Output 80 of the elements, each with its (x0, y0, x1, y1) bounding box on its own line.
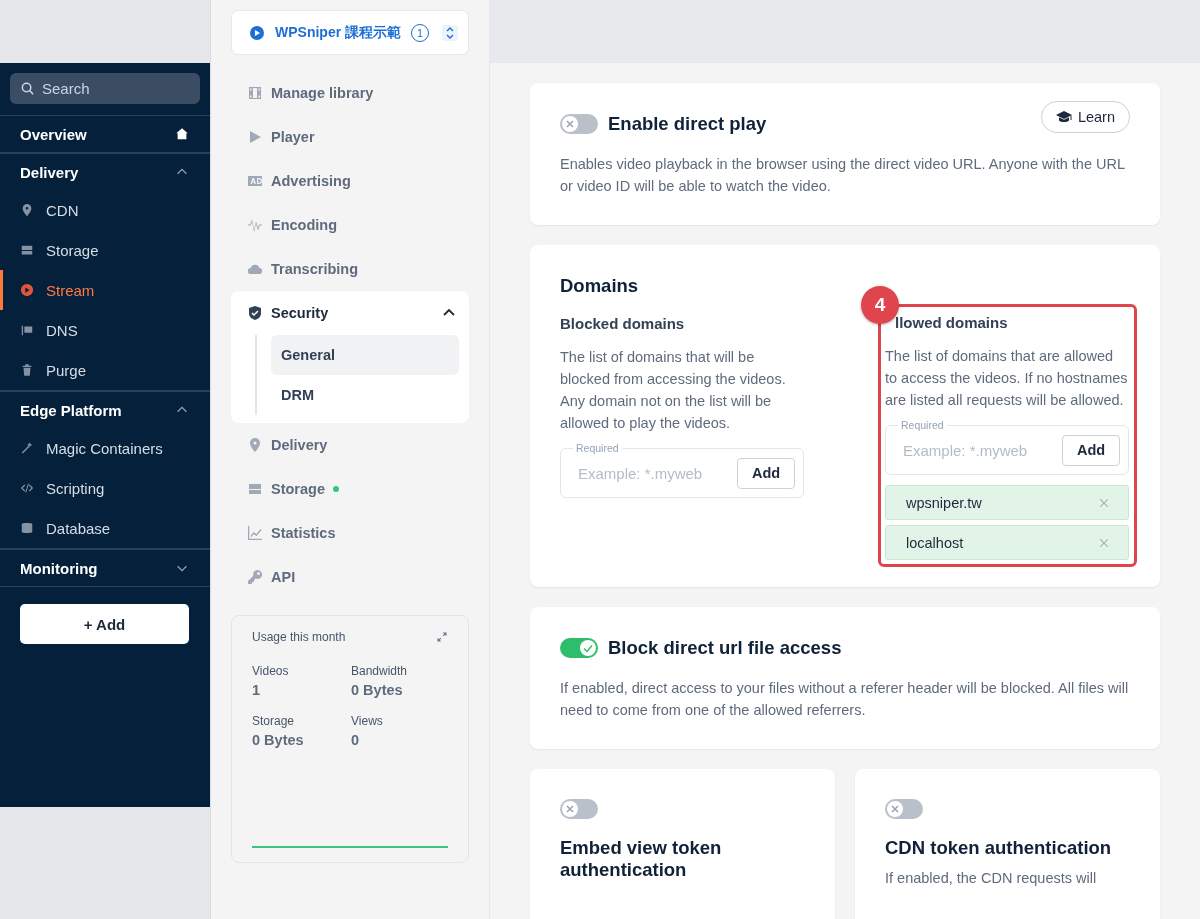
sidebar-item[interactable]: Magic Containers (0, 428, 210, 468)
sub-nav-item[interactable]: General (271, 335, 459, 375)
stat-label: Bandwidth (351, 664, 409, 678)
wand-icon (20, 441, 34, 455)
stat-label: Views (351, 714, 384, 728)
add-button[interactable]: Add (737, 457, 795, 489)
stat-label: Videos (252, 664, 290, 678)
toggle-switch[interactable] (560, 638, 598, 658)
code-icon (20, 481, 34, 495)
usage-title: Usage this month (252, 630, 346, 644)
nav-item[interactable]: Security (231, 291, 469, 335)
toggle-switch[interactable] (885, 799, 923, 819)
shield-icon (247, 305, 263, 321)
trash-icon (20, 363, 34, 377)
nav-item[interactable]: API (231, 555, 469, 599)
sidebar-item[interactable]: CDN (0, 190, 210, 230)
nav-item[interactable]: Encoding (231, 203, 469, 247)
close-icon[interactable] (1098, 496, 1110, 509)
nav-item[interactable]: Manage library (231, 71, 469, 115)
flag-icon (20, 323, 34, 337)
sidebar-item[interactable]: DNS (0, 310, 210, 350)
key-icon (247, 569, 263, 585)
play-icon (20, 283, 34, 297)
chart-icon (247, 525, 263, 541)
nav-item[interactable]: Storage (231, 467, 469, 511)
add-button[interactable]: Add (1062, 434, 1120, 466)
toggle-switch[interactable] (560, 114, 598, 134)
learn-button[interactable]: Learn (1040, 101, 1130, 133)
sub-nav-item[interactable]: DRM (271, 375, 459, 415)
list-label: Blocked domains (560, 315, 686, 332)
nav-item[interactable]: Transcribing (231, 247, 469, 291)
section-header[interactable]: Edge Platform (0, 391, 210, 428)
library-name: WPSniper 課程示範 (275, 23, 401, 42)
card-title: Enable direct play (608, 113, 768, 135)
updown-icon[interactable] (442, 24, 458, 41)
sidebar-item[interactable]: Stream (0, 270, 210, 310)
play-icon (247, 129, 263, 145)
section-header[interactable]: Overview (0, 115, 210, 152)
card-title: Block direct url file access (608, 637, 843, 659)
pin-icon (20, 203, 34, 217)
list-description: The list of domains that will be blocked from accessing the videos. Any domain not on the list will be allowed to play the videos. (560, 348, 787, 433)
toggle-switch[interactable] (560, 799, 598, 819)
card-title: Embed view token authentication (560, 837, 723, 881)
card-description: Enables video playback in the browser using the direct video URL. Anyone with the URL or video ID will be able to watch the video. (560, 155, 1126, 196)
nav-item[interactable]: Delivery (231, 423, 469, 467)
pin-icon (247, 437, 263, 453)
stat-value: 0 Bytes (351, 682, 404, 698)
ad-icon (247, 173, 263, 189)
section-header[interactable]: Delivery (0, 153, 210, 190)
sidebar-item[interactable]: Storage (0, 230, 210, 270)
expand-icon[interactable] (436, 631, 448, 643)
domain-name: wpsniper.tw (906, 494, 982, 511)
section-header[interactable]: Monitoring (0, 549, 210, 586)
add-button[interactable]: + Add (20, 604, 189, 644)
sidebar-item[interactable]: Purge (0, 350, 210, 390)
stat-value: 0 Bytes (252, 732, 305, 748)
stat-value: 0 (351, 732, 361, 748)
stat-label: Storage (252, 714, 296, 728)
domain-name: localhost (906, 534, 964, 551)
nav-item[interactable]: Player (231, 115, 469, 159)
drive-icon (247, 481, 263, 497)
film-icon (247, 85, 263, 101)
card-description: If enabled, the CDN requests will (885, 869, 1098, 888)
library-selector[interactable]: WPSniper 課程示範 1 (231, 10, 469, 55)
nav-item[interactable]: Advertising (231, 159, 469, 203)
graduation-cap-icon (1055, 109, 1072, 125)
database-icon (20, 521, 34, 535)
nav-item[interactable]: Statistics (231, 511, 469, 555)
card-description: If enabled, direct access to your files without a referer header will be blocked. All files will need to come from one of the allowed referrers. (560, 679, 1130, 720)
sidebar-item[interactable]: Scripting (0, 468, 210, 508)
drive-icon (20, 243, 34, 257)
card-title: Domains (560, 275, 640, 297)
play-icon (249, 24, 265, 41)
close-icon[interactable] (1098, 536, 1110, 549)
search-field[interactable]: Search (10, 73, 200, 104)
card-title: CDN token authentication (885, 837, 1113, 859)
sidebar-item[interactable]: Database (0, 508, 210, 548)
stat-value: 1 (252, 682, 262, 698)
list-description: The list of domains that are allowed to access the videos. If no hostnames are listed all requests will be allowed. (885, 347, 1129, 410)
home-icon (175, 127, 189, 141)
